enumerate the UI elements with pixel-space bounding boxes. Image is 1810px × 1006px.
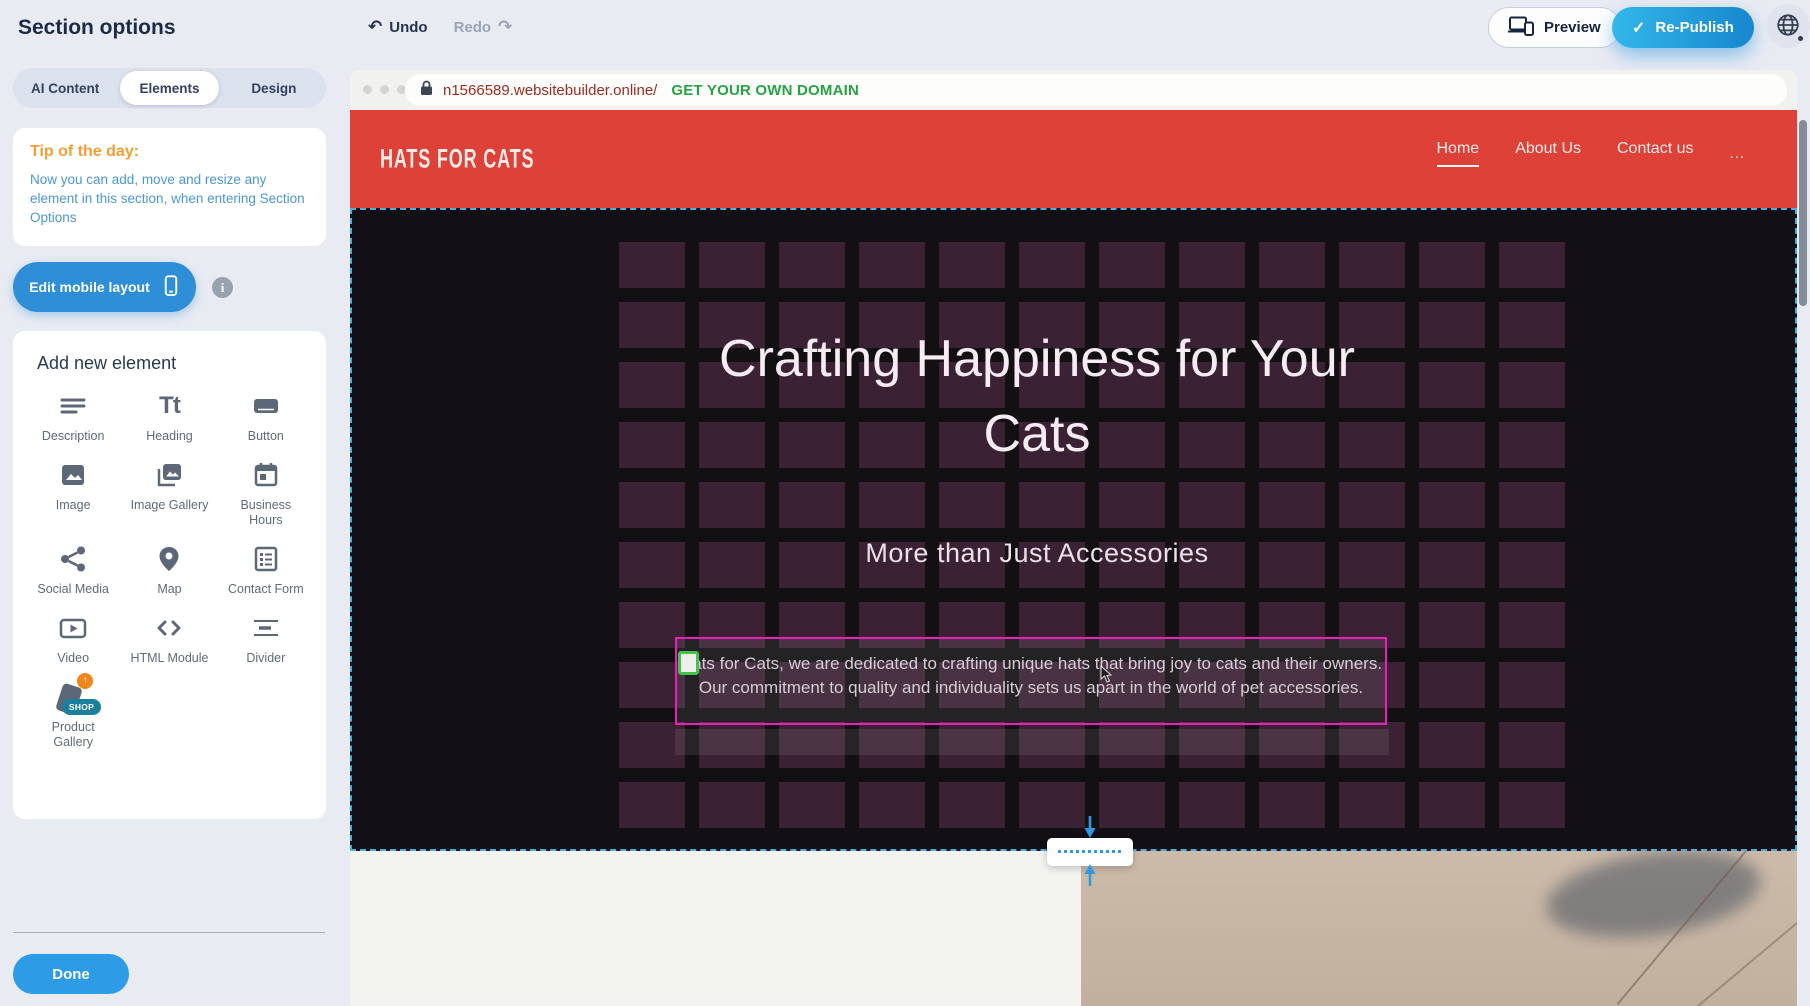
element-item-map[interactable]: Map (121, 541, 217, 597)
site-logo[interactable]: HATS FOR CATS (380, 143, 534, 174)
hero-title[interactable]: Crafting Happiness for Your Cats (717, 322, 1357, 472)
element-item-business-hours[interactable]: Business Hours (218, 457, 314, 528)
scrollbar-thumb[interactable] (1799, 120, 1807, 306)
paving-seam (1697, 922, 1797, 1006)
edit-mobile-layout-button[interactable]: Edit mobile layout (13, 262, 196, 312)
undo-redo-group: ↶ Undo Redo ↷ (368, 17, 512, 37)
sand-photo (1081, 851, 1797, 1006)
tip-body: Now you can add, move and resize any ele… (30, 170, 309, 227)
element-item-description[interactable]: Description (25, 388, 121, 444)
element-item-html-module[interactable]: HTML Module (121, 610, 217, 666)
republish-button[interactable]: ✓ Re-Publish (1612, 7, 1754, 48)
page-title: Section options (18, 16, 176, 40)
address-bar: n1566589.websitebuilder.online/ GET YOUR… (405, 74, 1787, 106)
hero-subtitle[interactable]: More than Just Accessories (717, 538, 1357, 569)
upgrade-arrow-icon: ↑ (77, 673, 93, 689)
redo-icon: ↷ (498, 17, 512, 37)
map-icon (154, 541, 184, 577)
hero-section-selected[interactable]: Crafting Happiness for Your Cats More th… (350, 208, 1797, 851)
edit-mobile-layout-label: Edit mobile layout (29, 279, 150, 295)
element-grid: Description Tt Heading Button Image Imag… (25, 388, 314, 750)
check-icon: ✓ (1632, 18, 1645, 38)
language-globe-button[interactable] (1766, 4, 1810, 48)
arrow-down-icon (1083, 816, 1097, 845)
shop-badge: SHOP (62, 699, 101, 715)
resize-dotted-line (1058, 850, 1121, 853)
next-section (350, 851, 1797, 1006)
devices-icon (1508, 16, 1534, 40)
sidebar-divider (13, 932, 325, 933)
nav-contact-us[interactable]: Contact us (1617, 140, 1693, 167)
redo-button[interactable]: Redo ↷ (454, 17, 513, 37)
browser-dots (363, 85, 406, 94)
element-item-button[interactable]: Button (218, 388, 314, 444)
video-icon (58, 610, 88, 646)
tab-ai-content[interactable]: AI Content (16, 71, 114, 105)
resize-handle-left[interactable] (678, 651, 699, 675)
tip-title: Tip of the day: (30, 143, 309, 161)
app-canvas: Section options AI Content Elements Desi… (0, 0, 1810, 1006)
site-header: HATS FOR CATS Home About Us Contact us .… (350, 110, 1797, 208)
element-item-social-media[interactable]: Social Media (25, 541, 121, 597)
browser-chrome: n1566589.websitebuilder.online/ GET YOUR… (350, 70, 1797, 110)
undo-button[interactable]: ↶ Undo (368, 17, 428, 37)
button-icon (251, 388, 281, 424)
element-item-image[interactable]: Image (25, 457, 121, 528)
product-gallery-icon: ↑ SHOP (51, 677, 95, 717)
add-new-element-panel: Add new element Description Tt Heading B… (13, 331, 326, 819)
element-item-video[interactable]: Video (25, 610, 121, 666)
nav-home[interactable]: Home (1437, 140, 1480, 167)
element-item-divider[interactable]: Divider (218, 610, 314, 666)
divider-icon (251, 610, 281, 646)
contact-form-icon (251, 541, 281, 577)
image-icon (58, 457, 88, 493)
lock-icon (420, 80, 433, 101)
globe-icon (1775, 12, 1801, 41)
tab-elements[interactable]: Elements (120, 71, 218, 105)
html-module-icon (154, 610, 184, 646)
info-icon[interactable]: i (212, 277, 233, 298)
row-highlight-band (675, 729, 1389, 755)
panel-tabs: AI Content Elements Design (13, 68, 326, 108)
image-gallery-icon (154, 457, 184, 493)
description-icon (58, 388, 88, 424)
tip-of-the-day-card: Tip of the day: Now you can add, move an… (13, 128, 326, 246)
social-media-icon (58, 541, 88, 577)
tab-design[interactable]: Design (225, 71, 323, 105)
preview-button[interactable]: Preview (1488, 7, 1621, 48)
element-item-contact-form[interactable]: Contact Form (218, 541, 314, 597)
heading-icon: Tt (159, 388, 180, 424)
phone-icon (162, 274, 180, 301)
business-hours-icon (251, 457, 281, 493)
get-domain-link[interactable]: GET YOUR OWN DOMAIN (671, 82, 859, 99)
selected-text-element[interactable]: Hats for Cats, we are dedicated to craft… (675, 637, 1387, 725)
nav-about-us[interactable]: About Us (1515, 140, 1581, 167)
mouse-cursor (1100, 665, 1112, 688)
site-url: n1566589.websitebuilder.online/ (443, 82, 657, 99)
site-nav: Home About Us Contact us ... (1437, 140, 1746, 167)
element-item-heading[interactable]: Tt Heading (121, 388, 217, 444)
done-button[interactable]: Done (13, 954, 129, 994)
element-item-image-gallery[interactable]: Image Gallery (121, 457, 217, 528)
add-new-element-title: Add new element (37, 353, 314, 374)
globe-dot (1798, 36, 1803, 41)
element-item-product-gallery[interactable]: ↑ SHOP Product Gallery (25, 679, 121, 750)
nav-more-ellipsis[interactable]: ... (1729, 145, 1745, 162)
undo-icon: ↶ (368, 17, 382, 37)
arrow-up-icon (1083, 862, 1097, 891)
